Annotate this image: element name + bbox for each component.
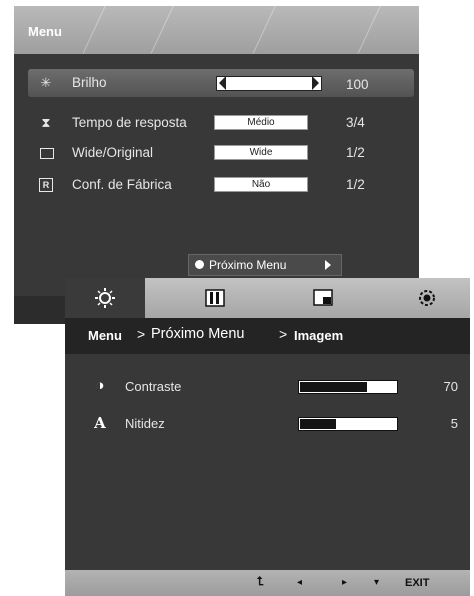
arrow-right-icon (325, 260, 331, 270)
menu-item-tempo-de-resposta[interactable]: ⧗ Tempo de resposta Médio 3/4 (28, 109, 414, 137)
breadcrumb-middle: Próximo Menu (151, 326, 245, 342)
tab-settings[interactable] (387, 278, 467, 318)
up-return-icon[interactable]: ⮤ (257, 575, 264, 587)
breadcrumb: Menu > Próximo Menu > Imagem (65, 318, 470, 354)
tab-bar (65, 278, 470, 318)
item-value: 3/4 (346, 115, 365, 130)
tab-picture[interactable] (175, 278, 255, 318)
right-arrow-icon[interactable]: ▸ (342, 577, 347, 589)
contrast-bar[interactable] (298, 380, 398, 394)
menu-item-label: Brilho (72, 75, 107, 90)
menu-item-conf-de-fabrica[interactable]: R Conf. de Fábrica Não 1/2 (28, 171, 414, 199)
contrast-bars-icon (205, 289, 225, 307)
sharpness-bar-fill (300, 419, 336, 429)
gear-icon (419, 290, 435, 306)
exit-button[interactable]: EXIT (405, 577, 429, 589)
sharpness-icon: A (94, 414, 106, 432)
sharpness-bar[interactable] (298, 417, 398, 431)
header-decoration (357, 4, 382, 54)
breadcrumb-separator: > (279, 326, 288, 342)
down-arrow-icon[interactable]: ▾ (374, 577, 379, 589)
main-menu-panel: Menu ✳ Brilho 100 ⧗ Tempo de resposta Mé… (14, 4, 419, 324)
sub-item-contraste[interactable]: ◑ Contraste 70 (65, 376, 470, 400)
tab-display[interactable] (283, 278, 363, 318)
setting-box[interactable]: Wide (214, 145, 308, 160)
sub-item-value: 5 (450, 416, 458, 431)
setting-box[interactable]: Médio (214, 115, 308, 130)
menu-item-label: Conf. de Fábrica (72, 177, 172, 192)
menu-item-wide-original[interactable]: Wide/Original Wide 1/2 (28, 139, 414, 167)
next-menu-label: Próximo Menu (209, 258, 287, 272)
hourglass-icon: ⧗ (41, 115, 51, 130)
contrast-icon: ◑ (95, 377, 105, 394)
sub-menu-panel: Menu > Próximo Menu > Imagem ◑ Contraste… (65, 278, 470, 596)
sub-menu-footer: ⮤ ◂ ▸ ▾ EXIT (65, 570, 470, 596)
breadcrumb-current: Imagem (294, 328, 344, 343)
monitor-icon (313, 289, 333, 306)
sub-item-label: Contraste (125, 379, 182, 394)
slider-right-arrow-icon[interactable] (312, 76, 319, 90)
header-decoration (252, 4, 277, 54)
breadcrumb-separator: > (137, 326, 146, 342)
tab-brightness[interactable] (65, 278, 145, 318)
left-arrow-icon[interactable]: ◂ (297, 577, 302, 589)
aspect-ratio-icon (38, 145, 54, 161)
item-value: 1/2 (346, 177, 365, 192)
sub-item-label: Nitidez (125, 416, 165, 431)
reset-icon: R (38, 177, 54, 193)
brightness-value: 100 (346, 77, 369, 92)
dot-icon (195, 260, 204, 269)
breadcrumb-root: Menu (88, 328, 122, 343)
contrast-bar-fill (300, 382, 367, 392)
menu-item-brilho[interactable]: ✳ Brilho 100 (28, 69, 414, 97)
menu-item-label: Tempo de resposta (72, 115, 187, 130)
slider-left-arrow-icon[interactable] (219, 76, 226, 90)
menu-item-label: Wide/Original (72, 145, 154, 160)
sub-item-value: 70 (443, 379, 458, 394)
next-menu-button[interactable]: Próximo Menu (188, 254, 342, 276)
menu-title: Menu (28, 24, 62, 39)
brightness-slider[interactable] (216, 76, 322, 91)
sun-icon (95, 288, 115, 308)
sun-icon: ✳ (40, 75, 52, 90)
sub-item-nitidez[interactable]: A Nitidez 5 (65, 413, 470, 437)
setting-box[interactable]: Não (214, 177, 308, 192)
item-value: 1/2 (346, 145, 365, 160)
header-decoration (82, 4, 107, 54)
menu-header: Menu (14, 4, 419, 54)
header-decoration (150, 4, 175, 54)
